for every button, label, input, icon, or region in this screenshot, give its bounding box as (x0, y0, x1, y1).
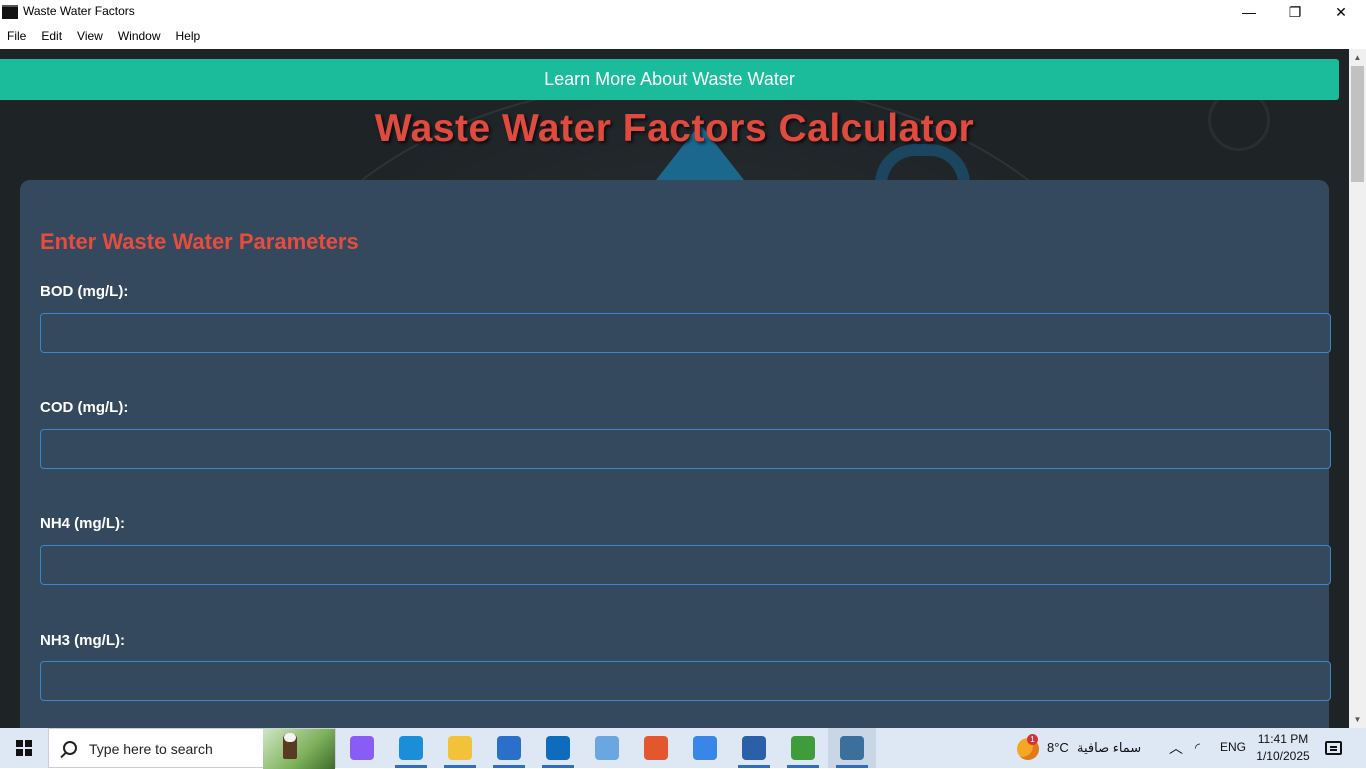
show-hidden-icons-icon[interactable]: ︿ (1169, 738, 1183, 758)
form-heading: Enter Waste Water Parameters (40, 229, 359, 254)
parameters-form-card: Enter Waste Water Parameters BOD (mg/L):… (20, 180, 1331, 728)
chart-app-taskbar-button[interactable] (779, 728, 827, 768)
scroll-down-arrow-icon[interactable]: ▼ (1349, 711, 1366, 728)
close-button[interactable]: ✕ (1318, 0, 1364, 24)
title-bar: Waste Water Factors — ❐ ✕ (0, 0, 1366, 24)
remote-desktop-taskbar-button[interactable] (583, 728, 631, 768)
clock[interactable]: 11:41 PM 1/10/2025 (1252, 731, 1314, 765)
taskbar: Type here to search 1 8°C سماء صافية ︿ ◜… (0, 728, 1366, 769)
scrollbar-thumb[interactable] (1351, 66, 1364, 182)
language-indicator[interactable]: ENG (1220, 740, 1246, 754)
nh3-input[interactable] (40, 661, 1331, 701)
nh3-label: NH3 (mg/L): (40, 632, 125, 649)
network-icon[interactable]: ◜ (1195, 740, 1200, 756)
weather-badge: 1 (1027, 734, 1038, 745)
scroll-up-arrow-icon[interactable]: ▲ (1349, 49, 1366, 66)
powershell-taskbar-button[interactable] (730, 728, 778, 768)
nh4-label: NH4 (mg/L): (40, 515, 125, 532)
nh4-input[interactable] (40, 545, 1331, 585)
file-explorer-icon (448, 736, 472, 760)
menu-bar: File Edit View Window Help (0, 24, 1366, 48)
menu-window[interactable]: Window (118, 29, 161, 43)
clock-time: 11:41 PM (1257, 732, 1309, 746)
weather-description[interactable]: سماء صافية (1077, 740, 1141, 756)
menu-help[interactable]: Help (176, 29, 201, 43)
menu-file[interactable]: File (7, 29, 26, 43)
powershell-icon (742, 736, 766, 760)
page-title: Waste Water Factors Calculator (374, 107, 975, 150)
microsoft-store-icon (497, 736, 521, 760)
edge-taskbar-button[interactable] (387, 728, 435, 768)
file-explorer-taskbar-button[interactable] (436, 728, 484, 768)
notifications-icon[interactable] (1325, 741, 1342, 755)
microsoft-store-taskbar-button[interactable] (485, 728, 533, 768)
app-a-taskbar-button[interactable] (681, 728, 729, 768)
cod-input[interactable] (40, 429, 1331, 469)
waste-water-app-taskbar-button[interactable] (828, 728, 876, 768)
matlab-icon (644, 736, 668, 760)
minimize-button[interactable]: — (1226, 0, 1272, 24)
bod-label: BOD (mg/L): (40, 283, 129, 300)
vertical-scrollbar[interactable]: ▲ ▼ (1349, 49, 1366, 728)
outlook-taskbar-button[interactable] (534, 728, 582, 768)
windows-logo-icon (16, 740, 32, 756)
maximize-button[interactable]: ❐ (1272, 0, 1318, 24)
bod-input[interactable] (40, 313, 1331, 353)
menu-edit[interactable]: Edit (41, 29, 62, 43)
window-title: Waste Water Factors (23, 4, 135, 18)
temperature[interactable]: 8°C (1047, 740, 1069, 755)
learn-more-button[interactable]: Learn More About Waste Water (0, 59, 1339, 100)
edge-icon (399, 736, 423, 760)
taskbar-search-box[interactable]: Type here to search (48, 728, 336, 769)
app-a-icon (693, 736, 717, 760)
chart-app-icon (791, 736, 815, 760)
app-icon (2, 5, 18, 19)
search-icon (63, 741, 77, 755)
clock-date: 1/10/2025 (1256, 749, 1310, 763)
search-placeholder: Type here to search (89, 741, 213, 757)
search-highlight-image (263, 729, 335, 769)
cod-label: COD (mg/L): (40, 399, 129, 416)
copilot-icon (350, 736, 374, 760)
start-button[interactable] (0, 728, 48, 768)
matlab-taskbar-button[interactable] (632, 728, 680, 768)
waste-water-app-icon (840, 736, 864, 760)
menu-view[interactable]: View (77, 29, 103, 43)
content-viewport: Learn More About Waste Water Waste Water… (0, 49, 1349, 728)
copilot-taskbar-button[interactable] (338, 728, 386, 768)
remote-desktop-icon (595, 736, 619, 760)
outlook-icon (546, 736, 570, 760)
